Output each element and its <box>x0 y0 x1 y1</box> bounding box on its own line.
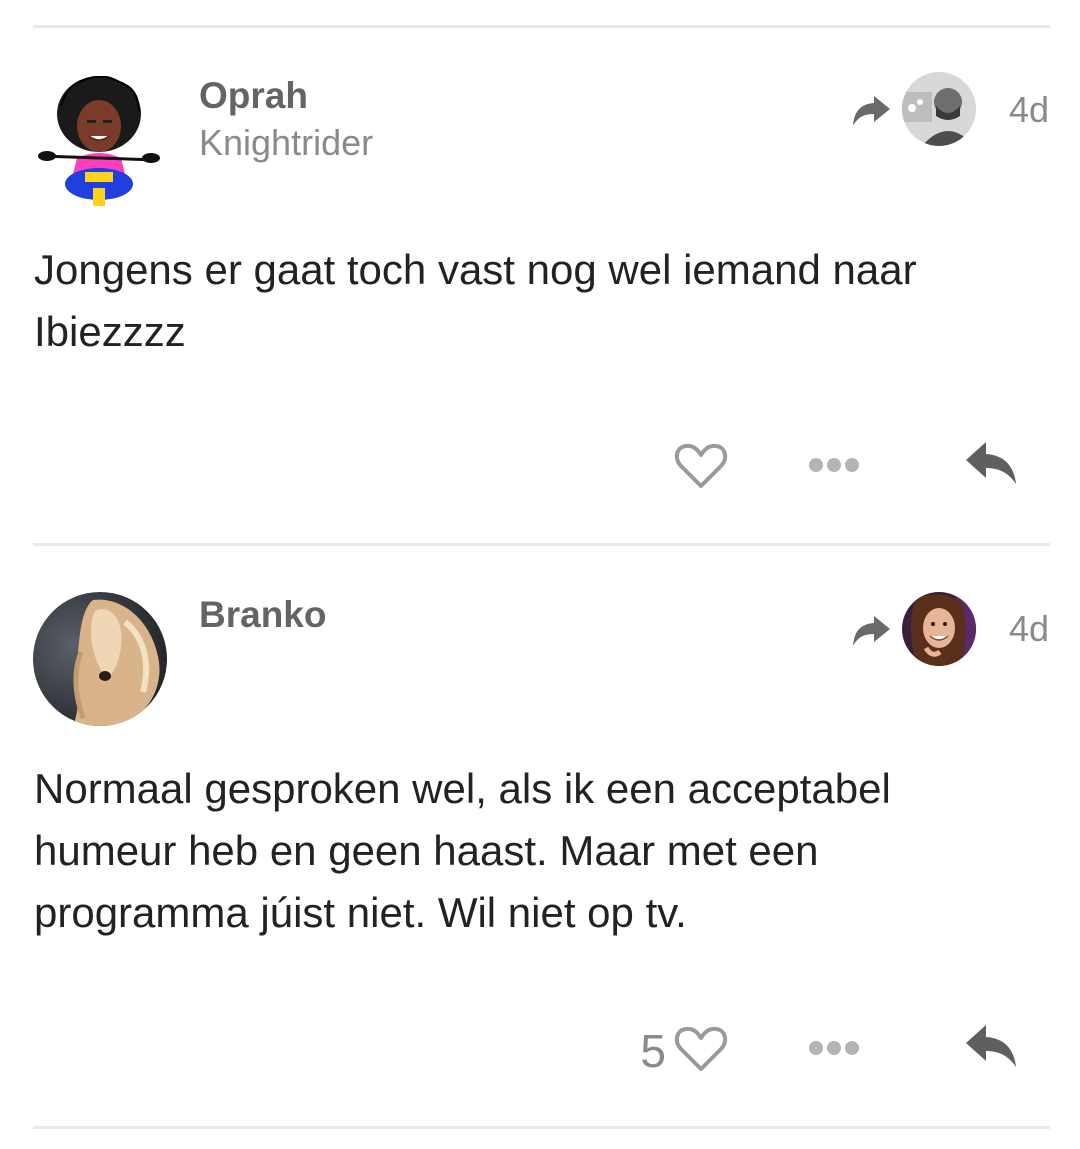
reply-to-avatar[interactable] <box>902 592 976 666</box>
user-avatar[interactable] <box>33 76 167 210</box>
share-arrow-icon <box>853 96 890 126</box>
bottom-divider <box>33 1126 1050 1129</box>
reply-to-indicator[interactable] <box>850 72 980 148</box>
reply-to-avatar[interactable] <box>902 72 976 146</box>
post-body: Jongens er gaat toch vast nog wel iemand… <box>34 246 917 355</box>
username[interactable]: Oprah <box>199 74 308 118</box>
post-actions <box>600 438 1020 498</box>
post-actions: 5 <box>600 1021 1020 1081</box>
heart-icon[interactable] <box>674 442 728 490</box>
post-date[interactable]: 4d <box>1009 88 1049 132</box>
share-arrow-icon <box>853 616 890 646</box>
more-icon[interactable] <box>808 1039 860 1057</box>
heart-icon[interactable] <box>674 1025 728 1073</box>
post-divider <box>33 543 1050 546</box>
user-avatar[interactable] <box>33 592 167 726</box>
reply-to-indicator[interactable] <box>850 592 980 668</box>
like-count[interactable]: 5 <box>640 1023 666 1079</box>
reply-icon[interactable] <box>964 438 1020 488</box>
top-divider <box>33 25 1050 28</box>
reply-icon[interactable] <box>964 1021 1020 1071</box>
post-body: Normaal gesproken wel, als ik een accept… <box>34 765 891 936</box>
username[interactable]: Branko <box>199 593 326 637</box>
user-title: Knightrider <box>199 122 374 163</box>
post-date[interactable]: 4d <box>1009 607 1049 651</box>
more-icon[interactable] <box>808 456 860 474</box>
